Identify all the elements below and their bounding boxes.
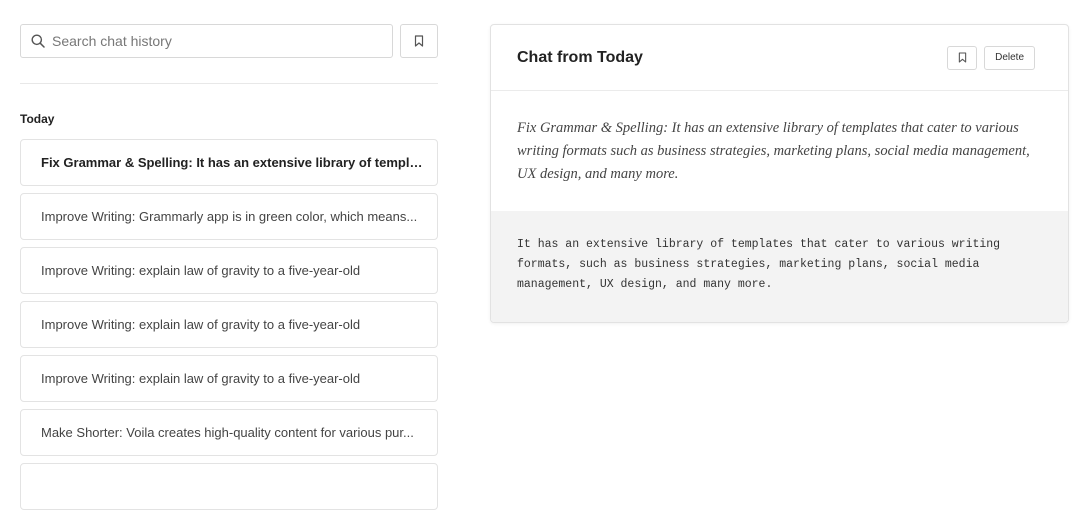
history-item-label: Improve Writing: explain law of gravity … xyxy=(41,371,361,386)
history-item[interactable]: Improve Writing: explain law of gravity … xyxy=(20,247,438,294)
search-row xyxy=(20,24,440,58)
bookmark-chat-button[interactable] xyxy=(947,45,978,70)
saved-chats-button[interactable] xyxy=(400,24,438,58)
chat-history-panel: Today Fix Grammar & Spelling: It has an … xyxy=(20,24,440,510)
chat-header: Chat from Today Delete xyxy=(491,25,1068,91)
search-input[interactable] xyxy=(50,32,370,50)
history-item-label: Improve Writing: Grammarly app is in gre… xyxy=(41,209,418,224)
history-item[interactable]: Improve Writing: Grammarly app is in gre… xyxy=(20,193,438,240)
bookmark-icon xyxy=(414,35,424,47)
search-field[interactable] xyxy=(20,24,393,58)
divider xyxy=(20,83,438,84)
chat-title: Chat from Today xyxy=(517,48,643,66)
history-item[interactable]: Improve Writing: explain law of gravity … xyxy=(20,301,438,348)
history-item-partial[interactable] xyxy=(20,463,438,510)
history-item[interactable]: Fix Grammar & Spelling: It has an extens… xyxy=(20,139,438,186)
delete-button[interactable]: Delete xyxy=(984,45,1035,70)
search-icon xyxy=(31,34,45,48)
bookmark-icon xyxy=(958,52,966,63)
chat-detail-panel: Chat from Today Delete Fix Grammar & Spe… xyxy=(490,24,1069,323)
chat-prompt: Fix Grammar & Spelling: It has an extens… xyxy=(517,120,1030,182)
history-item-label: Make Shorter: Voila creates high-quality… xyxy=(41,425,414,440)
history-item[interactable]: Make Shorter: Voila creates high-quality… xyxy=(20,409,438,456)
history-item-label: Improve Writing: explain law of gravity … xyxy=(41,317,361,332)
chat-response: It has an extensive library of templates… xyxy=(491,211,1068,322)
history-item[interactable]: Improve Writing: explain law of gravity … xyxy=(20,355,438,402)
history-item-label: Improve Writing: explain law of gravity … xyxy=(41,263,361,278)
section-label-today: Today xyxy=(20,112,55,126)
history-list: Fix Grammar & Spelling: It has an extens… xyxy=(20,139,440,510)
history-item-label: Fix Grammar & Spelling: It has an extens… xyxy=(41,155,423,170)
chat-actions: Delete xyxy=(947,45,1035,70)
